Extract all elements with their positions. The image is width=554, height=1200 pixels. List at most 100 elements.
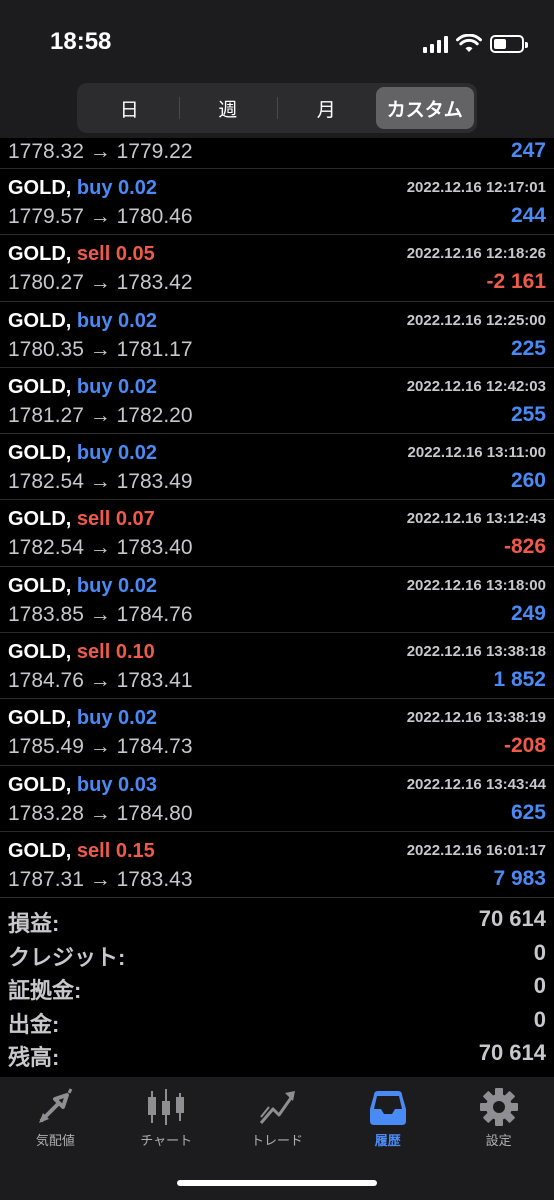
trade-close-price: 1783.43 [116,867,193,891]
summary-label: クレジット: [8,944,126,970]
tab-quotes-label: 気配値 [35,1133,75,1148]
trade-row[interactable]: GOLD, sell 0.07 2022.12.16 13:12:43 1782.5… [0,500,554,567]
arrow-right-icon: → [89,536,111,560]
arrow-right-icon: → [89,140,111,163]
trade-symbol-name: GOLD, [8,508,72,531]
trade-symbol-name: GOLD, [8,442,72,465]
trade-row[interactable]: 1778.32 → 1779.22 247 [0,138,554,169]
period-tab-month[interactable]: 月 [277,87,376,129]
status-time: 18:58 [50,28,112,55]
trade-volume: 0.10 [115,641,155,664]
trade-symbol-name: GOLD, [8,309,72,332]
trade-open-price: 1782.54 [8,470,84,494]
trade-open-price: 1778.32 [8,140,84,163]
trade-volume: 0.07 [115,508,155,531]
trade-symbol: GOLD, sell 0.07 [8,508,155,531]
trade-side: sell [76,839,111,862]
trade-time: 2022.12.16 12:25:00 [406,311,546,329]
summary-row: 出金: 0 [0,1005,554,1039]
trade-row[interactable]: GOLD, sell 0.15 2022.12.16 16:01:17 1787.3… [0,832,554,899]
trade-symbol-name: GOLD, [8,243,72,266]
trade-prices: 1782.54 → 1783.40 [8,536,193,560]
trade-symbol-name: GOLD, [8,641,72,664]
tab-history-label: 履歴 [374,1133,401,1148]
trade-side: sell [76,243,111,266]
arrow-right-icon: → [89,337,111,361]
trade-time: 2022.12.16 13:18:00 [406,576,546,594]
trade-prices: 1781.27 → 1782.20 [8,404,193,428]
arrow-right-icon: → [89,470,111,494]
trade-side: sell [76,508,111,531]
trade-close-price: 1783.40 [116,536,193,560]
trade-symbol-name: GOLD, [8,375,72,398]
history-inbox-icon [369,1091,406,1125]
trade-time: 2022.12.16 12:42:03 [406,377,546,395]
trade-open-price: 1782.54 [8,536,84,560]
summary-label: 証拠金: [8,978,82,1003]
summary-row: 証拠金: 0 [0,971,554,1005]
trade-prices: 1782.54 → 1783.49 [8,470,193,494]
period-tab-week[interactable]: 週 [178,87,278,129]
summary-row: 残高: 70 614 [0,1038,554,1072]
tab-settings[interactable]: 設定 [443,1077,554,1200]
trade-prices: 1780.27 → 1783.42 [8,271,193,295]
trade-row[interactable]: GOLD, buy 0.02 2022.12.16 12:25:00 1780.35… [0,302,554,368]
trade-profit: 7 983 [493,866,546,890]
trade-row[interactable]: GOLD, buy 0.02 2022.12.16 13:18:00 1783.85… [0,567,554,634]
arrow-right-icon: → [89,867,111,891]
trade-history-list[interactable]: 1778.32 → 1779.22 247 GOLD, buy 0.02 2022.1… [0,138,554,900]
trade-chart-icon [259,1091,295,1124]
arrow-right-icon: → [89,602,111,626]
trade-open-price: 1780.35 [8,337,84,361]
trade-prices: 1787.31 → 1783.43 [8,868,193,892]
status-bar: 18:58 [0,0,554,80]
trade-profit: 1 852 [493,668,546,692]
arrow-right-icon: → [89,669,111,693]
summary-label: 損益: [8,911,60,936]
trade-time: 2022.12.16 13:38:18 [406,643,546,661]
trade-open-price: 1781.27 [8,403,84,427]
summary-value: 0 [533,1006,546,1032]
trade-time: 2022.12.16 13:12:43 [406,510,546,528]
account-summary: 損益: 70 614 クレジット: 0 証拠金: 0 出金: 0 残高: 70 614 [0,904,554,1072]
trade-symbol-name: GOLD, [8,839,72,862]
trade-prices: 1779.57 → 1780.46 [8,205,193,229]
summary-value: 0 [533,973,546,998]
trade-close-price: 1781.17 [116,337,193,361]
summary-label: 残高: [8,1045,60,1070]
trade-row[interactable]: GOLD, buy 0.02 2022.12.16 13:11:00 1782.54… [0,434,554,501]
trade-close-price: 1782.20 [116,403,193,427]
trade-volume: 0.03 [118,773,157,796]
trade-open-price: 1784.76 [8,669,84,693]
trade-volume: 0.02 [118,442,157,465]
trade-profit: 255 [510,402,546,426]
trade-volume: 0.02 [118,707,157,730]
trade-time: 2022.12.16 16:01:17 [406,841,546,859]
trade-prices: 1785.49 → 1784.73 [8,735,193,759]
trade-profit: -826 [503,535,546,559]
trade-row[interactable]: GOLD, sell 0.05 2022.12.16 12:18:26 1780.2… [0,235,554,302]
trade-row[interactable]: GOLD, buy 0.03 2022.12.16 13:43:44 1783.28… [0,766,554,832]
period-tab-custom[interactable]: カスタム [375,87,474,129]
tab-quotes[interactable]: 気配値 [0,1077,111,1200]
trade-side: buy [76,773,113,796]
trade-volume: 0.02 [118,574,157,597]
period-segmented-control: 日 週 月 カスタム [77,83,477,133]
trade-close-price: 1784.76 [116,602,193,626]
period-tab-day[interactable]: 日 [80,87,179,129]
trade-row[interactable]: GOLD, buy 0.02 2022.12.16 13:38:19 1785.49… [0,699,554,766]
trade-close-price: 1783.49 [116,470,193,494]
trade-row[interactable]: GOLD, buy 0.02 2022.12.16 12:42:03 1781.27… [0,368,554,435]
trade-row[interactable]: GOLD, sell 0.10 2022.12.16 13:38:18 1784.7… [0,633,554,700]
arrow-right-icon: → [89,735,111,759]
arrow-right-icon: → [89,271,111,295]
trade-prices: 1778.32 → 1779.22 [8,140,193,164]
trade-time: 2022.12.16 12:18:26 [406,245,546,263]
trade-open-price: 1779.57 [8,205,84,228]
trade-time: 2022.12.16 13:38:19 [406,709,546,727]
trade-profit: 225 [510,336,546,360]
trade-symbol: GOLD, buy 0.02 [8,575,157,598]
trade-volume: 0.02 [118,375,157,398]
trade-close-price: 1784.80 [116,801,193,825]
trade-row[interactable]: GOLD, buy 0.02 2022.12.16 12:17:01 1779.57… [0,169,554,236]
